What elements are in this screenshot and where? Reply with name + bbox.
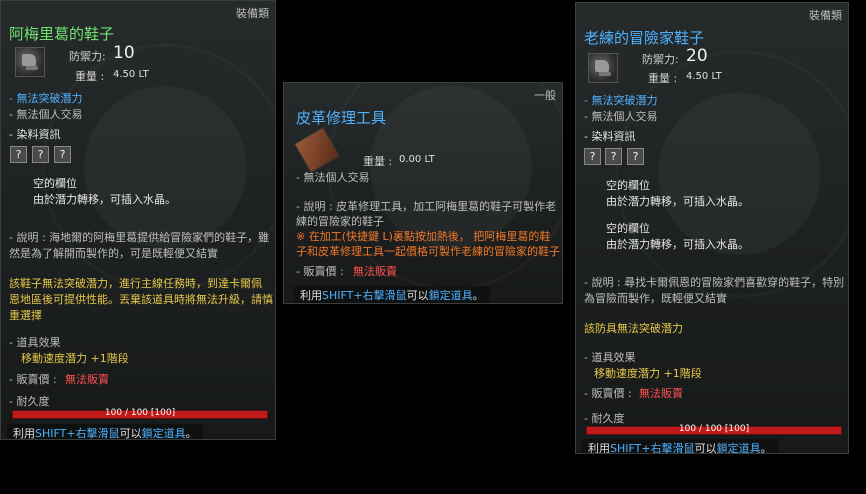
effect-value: 移動速度潛力 +1階段	[21, 352, 129, 365]
sell-label: - 販賣價 :	[584, 387, 632, 400]
notice-line-2: 恩地區後可提供性能。丟棄該道具時將無法升級，請慎	[9, 293, 273, 306]
hint-prefix: 利用	[300, 289, 322, 302]
sell-label: - 販賣價 :	[296, 265, 344, 278]
shoe-icon[interactable]	[588, 53, 618, 83]
description-line-2: 練的冒險家的鞋子	[296, 215, 384, 228]
tooltip-middle-leather-repair-tool: 一般 皮革修理工具 重量 : 0.00 LT - 無法個人交易 - 說明 : 皮…	[283, 82, 563, 304]
shoe-icon[interactable]	[15, 47, 45, 77]
item-category: 裝備類	[236, 7, 269, 20]
lock-hint: 利用SHIFT+右擊滑鼠可以鎖定道具。	[582, 439, 778, 454]
personal-trade-text: - 無法個人交易	[584, 110, 658, 123]
weight-value: 4.50 LT	[686, 71, 722, 82]
notice-line-3: 重選擇	[9, 309, 42, 322]
dye-slot-2[interactable]: ?	[32, 146, 49, 163]
warning-line-2: 子和皮革修理工具一起價格可製作老練的冒險家的鞋子	[296, 245, 560, 258]
socket-1-desc: 由於潛力轉移，可插入水晶。	[606, 195, 749, 208]
defense-label: 防禦力:	[642, 53, 679, 66]
sell-label: - 販賣價 :	[9, 373, 57, 386]
sell-value: 無法販賣	[639, 387, 683, 400]
socket-2-desc: 由於潛力轉移，可插入水晶。	[606, 238, 749, 251]
weight-label: 重量 :	[363, 155, 393, 168]
sell-value: 無法販賣	[65, 373, 109, 386]
defense-value: 10	[113, 43, 135, 63]
personal-trade-text: - 無法個人交易	[9, 108, 83, 121]
durability-bar: 100 / 100 [100]	[586, 424, 842, 435]
hint-key: SHIFT+右擊滑鼠	[610, 442, 695, 454]
weight-label: 重量 :	[75, 70, 105, 83]
lock-hint: 利用SHIFT+右擊滑鼠可以鎖定道具。	[7, 424, 203, 440]
sell-value: 無法販賣	[353, 265, 397, 278]
item-category: 裝備類	[809, 9, 842, 22]
dye-slot-3[interactable]: ?	[627, 148, 644, 165]
notice-line-1: 該鞋子無法突破潛力，進行主線任務時，到達卡爾佩	[9, 277, 262, 290]
hint-lock: 鎖定道具	[141, 427, 186, 440]
description-line-1: - 說明 : 尋找卡爾佩恩的冒險家們喜歡穿的鞋子，特別	[584, 276, 845, 289]
dye-slot-3[interactable]: ?	[54, 146, 71, 163]
hint-key: SHIFT+右擊滑鼠	[322, 289, 407, 302]
socket-1-title: 空的欄位	[606, 179, 650, 192]
dye-info-label: - 染料資訊	[9, 128, 61, 141]
hint-prefix: 利用	[588, 442, 610, 454]
hint-middle: 可以	[406, 289, 429, 302]
durability-bar: 100 / 100 [100]	[12, 408, 268, 419]
limit-break-text: - 無法突破潛力	[584, 94, 658, 107]
durability-text: 100 / 100 [100]	[678, 424, 750, 434]
item-title: 皮革修理工具	[296, 109, 387, 127]
defense-label: 防禦力:	[69, 50, 106, 63]
dye-slot-1[interactable]: ?	[584, 148, 601, 165]
description-line-2: 為冒險而製作，既輕便又結實	[584, 292, 727, 305]
hint-lock: 鎖定道具	[428, 289, 473, 302]
dye-info-label: - 染料資訊	[584, 130, 636, 143]
socket-title: 空的欄位	[33, 177, 77, 190]
hint-key: SHIFT+右擊滑鼠	[35, 427, 120, 440]
hint-end: 。	[185, 427, 197, 440]
dye-slot-2[interactable]: ?	[605, 148, 622, 165]
dye-slot-1[interactable]: ?	[10, 146, 27, 163]
lock-hint: 利用SHIFT+右擊滑鼠可以鎖定道具。	[294, 286, 490, 303]
description-line-2: 然是為了解開而製作的，可是既輕便又結實	[9, 247, 218, 260]
item-category: 一般	[534, 89, 556, 102]
hint-prefix: 利用	[13, 427, 35, 440]
durability-label: - 耐久度	[9, 395, 50, 408]
effect-title: - 道具效果	[584, 351, 636, 364]
limit-break-text: - 無法突破潛力	[9, 92, 83, 105]
tooltip-left-amelig-shoes: 裝備類 阿梅里葛的鞋子 防禦力: 10 重量 : 4.50 LT - 無法突破潛…	[0, 0, 276, 440]
hint-end: 。	[760, 442, 772, 454]
durability-text: 100 / 100 [100]	[104, 408, 176, 418]
hint-lock: 鎖定道具	[716, 442, 761, 454]
description-line-1: - 說明 : 皮革修理工具，加工阿梅里葛的鞋子可製作老	[296, 200, 557, 213]
hint-middle: 可以	[694, 442, 717, 454]
hint-middle: 可以	[119, 427, 142, 440]
weight-value: 4.50 LT	[113, 69, 149, 80]
effect-value: 移動速度潛力 +1階段	[594, 367, 702, 380]
notice-text: 該防具無法突破潛力	[584, 322, 683, 335]
weight-value: 0.00 LT	[399, 154, 435, 165]
socket-2-title: 空的欄位	[606, 222, 650, 235]
defense-value: 20	[686, 46, 708, 66]
effect-title: - 道具效果	[9, 336, 61, 349]
personal-trade-text: - 無法個人交易	[296, 171, 370, 184]
warning-line-1: ※ 在加工(快捷鍵 L)裏點按加熱後， 把阿梅里葛的鞋	[296, 230, 551, 243]
item-title: 阿梅里葛的鞋子	[9, 25, 115, 43]
hint-end: 。	[472, 289, 484, 302]
weight-label: 重量 :	[648, 72, 678, 85]
item-title: 老練的冒險家鞋子	[584, 29, 705, 47]
description-line-1: - 說明 : 海地爾的阿梅里葛提供給冒險家們的鞋子，雖	[9, 231, 270, 244]
tooltip-right-veteran-adventurer-shoes: 裝備類 老練的冒險家鞋子 防禦力: 20 重量 : 4.50 LT - 無法突破…	[575, 2, 849, 454]
leather-tool-icon[interactable]	[293, 126, 341, 174]
socket-desc: 由於潛力轉移，可插入水晶。	[33, 193, 176, 206]
